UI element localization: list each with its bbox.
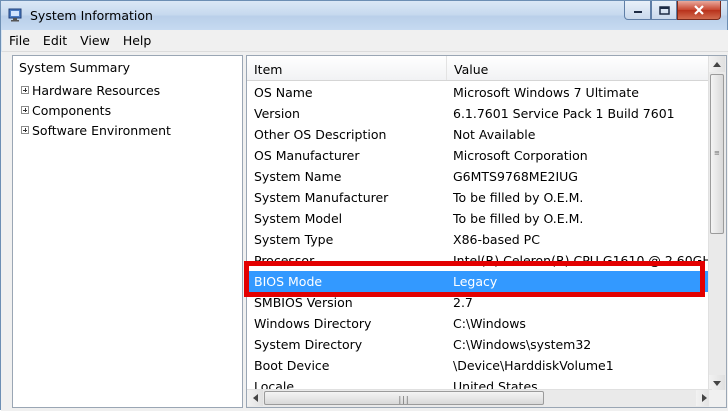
expand-icon[interactable]: [21, 86, 29, 94]
value-cell: X86-based PC: [453, 232, 540, 247]
tree-item-hardware-resources[interactable]: Hardware Resources: [21, 82, 160, 98]
value-cell: C:\Windows\system32: [453, 337, 592, 352]
list-row[interactable]: Windows Directory C:\Windows: [247, 313, 712, 334]
value-cell: Not Available: [453, 127, 536, 142]
item-cell: BIOS Mode: [254, 274, 323, 289]
client-area: System Summary Hardware Resources Compon…: [1, 52, 728, 411]
details-list[interactable]: Item Value OS Name Microsoft Windows 7 Ul…: [246, 55, 727, 408]
list-row[interactable]: Boot Device \Device\HarddiskVolume1: [247, 355, 712, 376]
value-cell: G6MTS9768ME2IUG: [453, 169, 578, 184]
menu-view[interactable]: View: [73, 30, 116, 51]
arrow-right-icon: [701, 394, 707, 402]
item-cell: Windows Directory: [254, 316, 372, 331]
tree-item-software-environment[interactable]: Software Environment: [21, 122, 171, 138]
value-cell: To be filled by O.E.M.: [453, 211, 584, 226]
value-cell: Legacy: [453, 274, 498, 289]
item-cell: Other OS Description: [254, 127, 387, 142]
item-cell: OS Manufacturer: [254, 148, 360, 163]
vertical-scroll-thumb[interactable]: ≡: [710, 74, 724, 234]
list-row[interactable]: System Directory C:\Windows\system32: [247, 334, 712, 355]
column-divider[interactable]: [446, 56, 447, 80]
tree-item-system-summary[interactable]: System Summary: [19, 60, 130, 75]
list-row[interactable]: Processor Intel(R) Celeron(R) CPU G1610 @…: [247, 250, 718, 271]
list-row[interactable]: System Model To be filled by O.E.M.: [247, 208, 712, 229]
item-cell: System Name: [254, 169, 342, 184]
value-cell: To be filled by O.E.M.: [453, 190, 584, 205]
tree-item-components[interactable]: Components: [21, 102, 111, 118]
value-cell: Microsoft Windows 7 Ultimate: [453, 85, 639, 100]
list-row[interactable]: OS Name Microsoft Windows 7 Ultimate: [247, 82, 712, 103]
close-button[interactable]: [677, 1, 721, 20]
list-row[interactable]: OS Manufacturer Microsoft Corporation: [247, 145, 712, 166]
list-header: Item Value: [247, 56, 712, 81]
value-cell: C:\Windows: [453, 316, 526, 331]
grip-icon: |||: [398, 395, 410, 404]
value-cell: 6.1.7601 Service Pack 1 Build 7601: [453, 106, 675, 121]
value-cell: \Device\HarddiskVolume1: [453, 358, 614, 373]
item-cell: System Model: [254, 211, 343, 226]
item-cell: Version: [254, 106, 300, 121]
arrow-down-icon: [713, 380, 721, 386]
list-row[interactable]: Other OS Description Not Available: [247, 124, 712, 145]
menu-file[interactable]: File: [2, 30, 36, 51]
menu-bar: File Edit View Help: [2, 30, 728, 52]
arrow-left-icon: [252, 394, 258, 402]
expand-icon[interactable]: [21, 126, 29, 134]
value-cell: 2.7: [453, 295, 473, 310]
minimize-button[interactable]: [624, 1, 651, 20]
category-tree[interactable]: System Summary Hardware Resources Compon…: [12, 55, 243, 408]
tree-item-label: Components: [32, 102, 112, 118]
column-header-item[interactable]: Item: [254, 62, 282, 77]
system-information-window: System Information File Edit View Help S…: [0, 0, 728, 411]
arrow-up-icon: [713, 61, 721, 67]
item-cell: Boot Device: [254, 358, 330, 373]
tree-item-label: Hardware Resources: [32, 82, 161, 98]
column-header-value[interactable]: Value: [454, 62, 488, 77]
item-cell: Processor: [254, 253, 315, 268]
scroll-left-button[interactable]: [247, 390, 263, 406]
menu-help[interactable]: Help: [116, 30, 158, 51]
system-information-icon: [8, 8, 22, 22]
item-cell: System Directory: [254, 337, 363, 352]
item-cell: OS Name: [254, 85, 313, 100]
maximize-icon: [658, 5, 670, 15]
value-cell: Microsoft Corporation: [453, 148, 588, 163]
item-cell: SMBIOS Version: [254, 295, 353, 310]
maximize-button[interactable]: [651, 1, 677, 20]
item-cell: System Manufacturer: [254, 190, 389, 205]
grip-icon: ≡: [714, 149, 721, 157]
scroll-up-button[interactable]: [709, 56, 725, 72]
window-title: System Information: [30, 8, 153, 23]
list-row[interactable]: Version 6.1.7601 Service Pack 1 Build 760…: [247, 103, 712, 124]
menu-edit[interactable]: Edit: [36, 30, 73, 51]
list-row-selected[interactable]: BIOS Mode Legacy: [247, 271, 712, 292]
list-row[interactable]: System Manufacturer To be filled by O.E.M…: [247, 187, 712, 208]
title-bar[interactable]: System Information: [1, 1, 727, 30]
horizontal-scrollbar[interactable]: |||: [247, 389, 712, 407]
list-row[interactable]: System Type X86-based PC: [247, 229, 712, 250]
tree-item-label: Software Environment: [32, 122, 171, 138]
value-cell: Intel(R) Celeron(R) CPU G1610 @ 2.60GHz: [453, 253, 719, 268]
item-cell: System Type: [254, 232, 334, 247]
close-icon: [694, 5, 704, 15]
vertical-scrollbar[interactable]: ≡: [708, 56, 726, 391]
minimize-icon: [633, 11, 642, 13]
expand-icon[interactable]: [21, 106, 29, 114]
list-row[interactable]: System Name G6MTS9768ME2IUG: [247, 166, 712, 187]
scrollbar-corner: [709, 390, 726, 407]
list-row[interactable]: SMBIOS Version 2.7: [247, 292, 712, 313]
horizontal-scroll-thumb[interactable]: |||: [264, 391, 544, 405]
